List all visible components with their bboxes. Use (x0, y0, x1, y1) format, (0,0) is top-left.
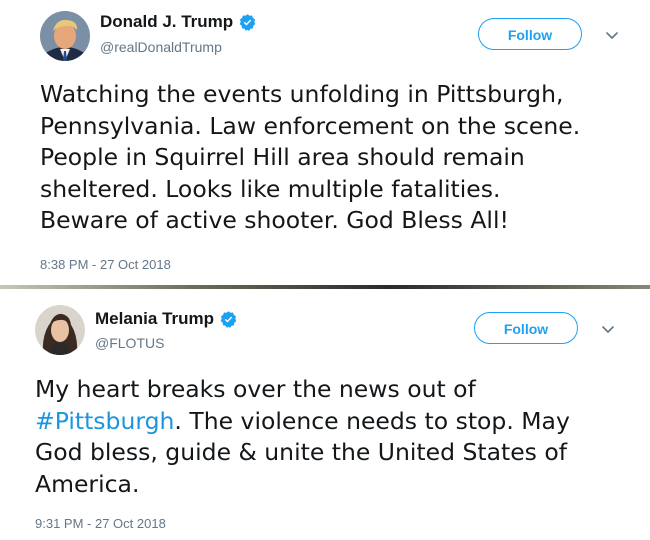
chevron-down-icon[interactable] (604, 27, 620, 43)
tweet-text: My heart breaks over the news out of #Pi… (35, 374, 570, 500)
tweet-text-line: My heart breaks over the news out of (35, 375, 476, 403)
divider (0, 285, 650, 289)
avatar[interactable] (40, 11, 90, 61)
tweet-text-line: God bless, guide & unite the United Stat… (35, 438, 568, 466)
tweet-text-line: #Pittsburgh. The violence needs to stop.… (35, 406, 570, 438)
author-name-row: Donald J. Trump (100, 12, 257, 32)
verified-badge-icon (219, 310, 238, 329)
display-name[interactable]: Melania Trump (95, 309, 214, 329)
tweet-card-realdonaldtrump: Donald J. Trump @realDonaldTrump Follow … (0, 0, 650, 286)
tweet-text-fragment: . The violence needs to stop. May (174, 406, 570, 435)
tweet-text-line: Beware of active shooter. God Bless All! (40, 206, 509, 234)
tweet-timestamp[interactable]: 8:38 PM - 27 Oct 2018 (40, 257, 171, 272)
author-name-row: Melania Trump (95, 309, 238, 329)
hashtag-link[interactable]: #Pittsburgh (35, 407, 174, 435)
tweet-timestamp[interactable]: 9:31 PM - 27 Oct 2018 (35, 516, 166, 531)
avatar[interactable] (35, 305, 85, 355)
tweet-text-line: America. (35, 469, 140, 498)
follow-button[interactable]: Follow (478, 18, 582, 50)
tweet-text-line: Watching the events unfolding in Pittsbu… (40, 80, 564, 108)
tweet-text: Watching the events unfolding in Pittsbu… (40, 79, 580, 237)
follow-button[interactable]: Follow (474, 312, 578, 344)
display-name[interactable]: Donald J. Trump (100, 12, 233, 32)
chevron-down-icon[interactable] (600, 321, 616, 337)
tweet-card-flotus: Melania Trump @FLOTUS Follow My heart br… (0, 290, 650, 540)
tweet-text-line: sheltered. Looks like multiple fatalitie… (40, 174, 501, 203)
verified-badge-icon (238, 13, 257, 32)
author-handle[interactable]: @FLOTUS (95, 335, 164, 351)
tweet-text-line: People in Squirrel Hill area should rema… (40, 143, 525, 171)
author-handle[interactable]: @realDonaldTrump (100, 39, 222, 55)
tweet-text-line: Pennsylvania. Law enforcement on the sce… (40, 111, 581, 140)
